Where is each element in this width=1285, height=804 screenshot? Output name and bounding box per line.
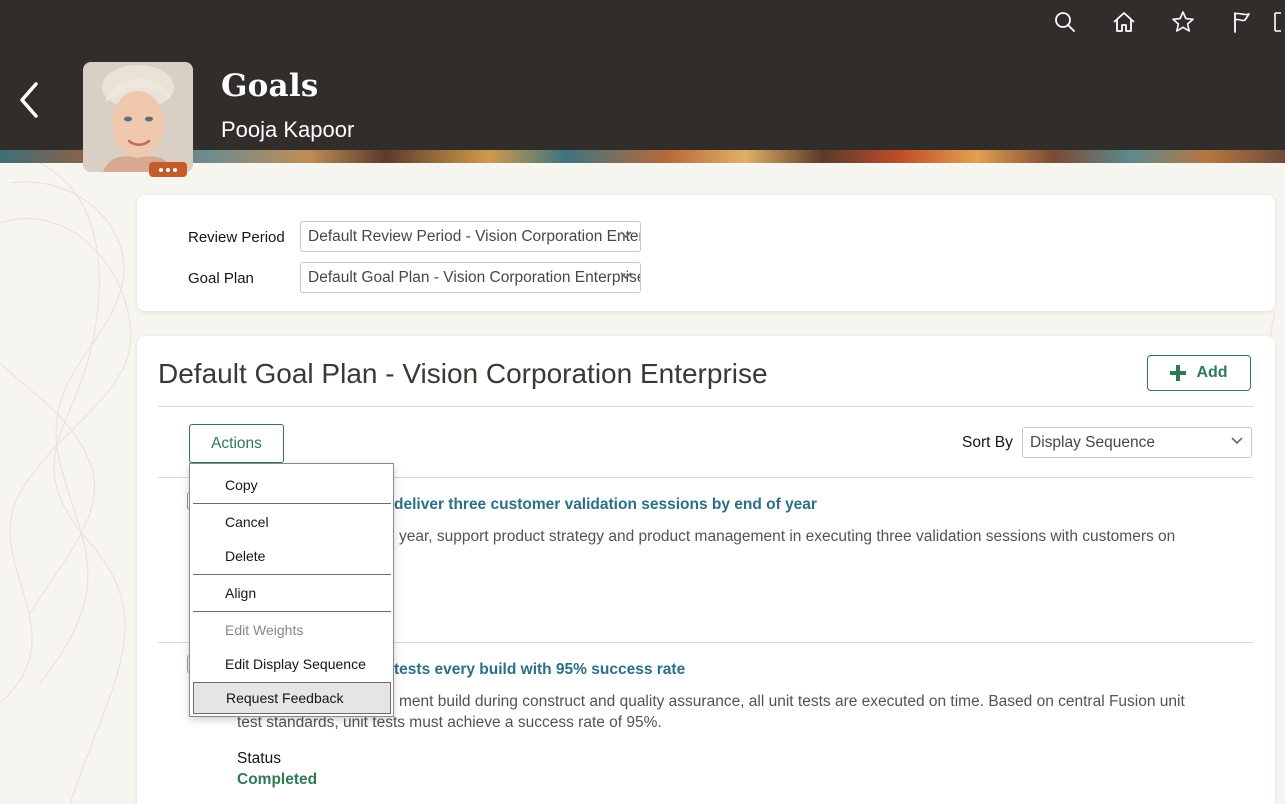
plus-icon <box>1170 365 1187 381</box>
chevron-down-icon <box>620 231 632 239</box>
menu-item-align[interactable]: Align <box>193 577 391 609</box>
filters-panel: Review Period Default Review Period - Vi… <box>137 195 1275 311</box>
home-icon[interactable] <box>1094 8 1153 36</box>
plan-title: Default Goal Plan - Vision Corporation E… <box>158 358 768 389</box>
actions-menu: Copy Cancel Delete Align Edit Weights Ed… <box>189 463 394 717</box>
global-toolbar <box>1035 8 1285 36</box>
menu-item-delete[interactable]: Delete <box>193 540 391 572</box>
add-label: Add <box>1196 364 1228 381</box>
sort-by-label: Sort By <box>962 434 1013 451</box>
more-icon[interactable] <box>1271 8 1285 36</box>
avatar[interactable] <box>83 62 193 172</box>
search-icon[interactable] <box>1035 8 1094 36</box>
menu-separator <box>193 503 391 504</box>
divider <box>158 406 1254 407</box>
goal-description: year, support product strategy and produ… <box>399 528 1176 545</box>
chevron-down-icon <box>620 272 632 280</box>
star-icon[interactable] <box>1153 8 1212 36</box>
goal-plan-label: Goal Plan <box>188 270 254 287</box>
add-goal-button[interactable]: Add <box>1147 355 1251 391</box>
goal-title[interactable]: deliver three customer validation sessio… <box>394 496 817 514</box>
actions-button[interactable]: Actions <box>189 424 284 463</box>
menu-item-cancel[interactable]: Cancel <box>193 506 391 538</box>
goal-plan-value: Default Goal Plan - Vision Corporation E… <box>308 268 641 286</box>
page-title: Goals <box>221 68 319 104</box>
goal-title[interactable]: tests every build with 95% success rate <box>394 661 685 679</box>
status-label: Status <box>237 750 281 767</box>
menu-item-edit-weights: Edit Weights <box>225 622 304 638</box>
avatar-more-button[interactable] <box>149 162 187 177</box>
review-period-value: Default Review Period - Vision Corporati… <box>308 227 641 245</box>
status-value: Completed <box>237 771 318 788</box>
goal-plan-select[interactable]: Default Goal Plan - Vision Corporation E… <box>300 262 641 293</box>
flag-icon[interactable] <box>1212 8 1271 36</box>
back-chevron-icon[interactable] <box>14 80 44 120</box>
menu-item-edit-display-sequence[interactable]: Edit Display Sequence <box>193 648 391 680</box>
person-name: Pooja Kapoor <box>221 117 355 142</box>
goal-description-line: ment build during construct and quality … <box>399 693 1185 710</box>
menu-separator <box>193 574 391 575</box>
menu-item-copy[interactable]: Copy <box>193 469 391 501</box>
review-period-select[interactable]: Default Review Period - Vision Corporati… <box>300 221 641 252</box>
sort-by-select[interactable]: Display Sequence <box>1022 427 1252 458</box>
sort-by-value: Display Sequence <box>1030 433 1155 451</box>
chevron-down-icon <box>1231 437 1243 445</box>
menu-item-request-feedback[interactable]: Request Feedback <box>193 682 391 714</box>
review-period-label: Review Period <box>188 229 285 246</box>
menu-separator <box>193 611 391 612</box>
